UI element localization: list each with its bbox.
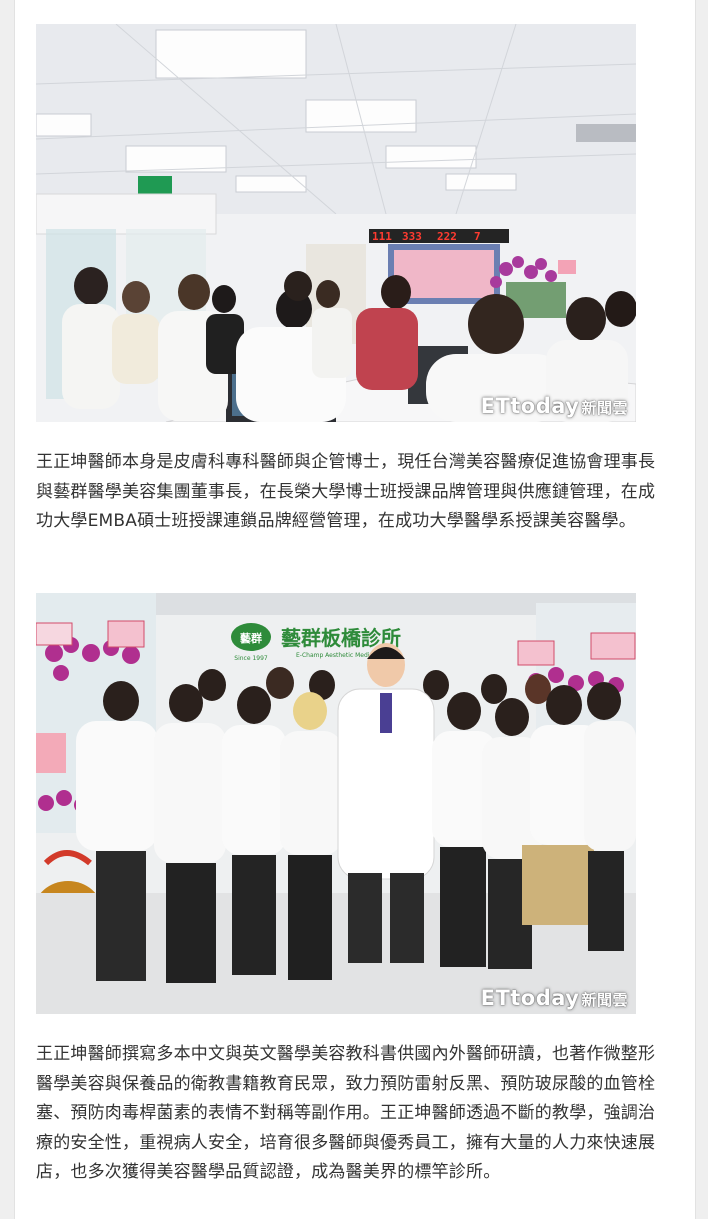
counter-111: 111 [372,230,392,243]
clinic-lobby-photo: 111 333 222 7 ETtoday 新聞雲 [36,24,636,422]
staff-group-illustration: 藝群 Since 1997 藝群板橋診所 E-Champ Aesthetic M… [36,593,636,1014]
watermark-brand: ETtoday [480,986,580,1010]
clinic-sign-en: E-Champ Aesthetic Medical [296,652,378,659]
ettoday-watermark: ETtoday 新聞雲 [481,986,628,1010]
article-card: 111 333 222 7 ETtoday 新聞雲 王正坤醫師本身是皮膚科專科醫… [14,0,696,1219]
counter-7: 7 [474,230,481,243]
clinic-since: Since 1997 [234,655,268,662]
counter-333: 333 [402,230,422,243]
article-paragraph: 王正坤醫師撰寫多本中文與英文醫學美容教科書供國內外醫師研讀，也著作微整形醫學美容… [36,1044,656,1182]
ettoday-watermark: ETtoday 新聞雲 [481,394,628,418]
clinic-logo-text: 藝群 [240,631,262,645]
clinic-lobby-illustration: 111 333 222 7 [36,24,636,422]
counter-222: 222 [437,230,457,243]
staff-group-photo: 藝群 Since 1997 藝群板橋診所 E-Champ Aesthetic M… [36,593,636,1014]
watermark-brand: ETtoday [480,394,580,418]
watermark-sub: 新聞雲 [581,991,628,1009]
watermark-sub: 新聞雲 [581,399,628,417]
article-paragraph: 王正坤醫師本身是皮膚科專科醫師與企管博士，現任台灣美容醫療促進協會理事長與藝群醫… [36,452,656,531]
